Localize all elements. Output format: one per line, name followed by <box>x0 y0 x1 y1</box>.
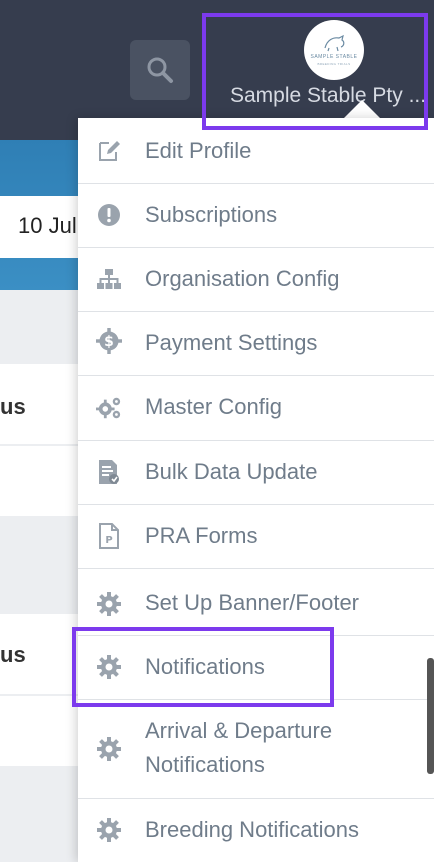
scrollbar-thumb[interactable] <box>427 658 434 774</box>
svg-text:P: P <box>105 535 112 546</box>
gears-icon <box>96 395 122 421</box>
menu-item-label: PRA Forms <box>145 523 258 548</box>
status-label: us <box>0 642 26 667</box>
menu-pointer <box>344 100 380 118</box>
menu-item-bulk-data-update[interactable]: Bulk Data Update <box>78 440 434 505</box>
list-card[interactable]: us <box>0 364 90 444</box>
pdf-file-icon: P <box>96 523 122 549</box>
company-name[interactable]: Sample Stable Pty ... <box>230 84 426 108</box>
document-icon <box>96 459 122 485</box>
menu-item-label: Breeding Notifications <box>145 817 360 842</box>
horse-logo-icon <box>324 34 345 52</box>
menu-item-label: Organisation Config <box>145 266 340 291</box>
menu-item-subscriptions[interactable]: Subscriptions <box>78 183 434 248</box>
logo-subtext: BREEDING TRIALS <box>317 62 351 66</box>
menu-item-label: Set Up Banner/Footer <box>145 590 360 615</box>
menu-item-organisation-config[interactable]: Organisation Config <box>78 247 434 312</box>
menu-item-edit-profile[interactable]: Edit Profile <box>78 118 434 184</box>
menu-item-label: Bulk Data Update <box>145 459 318 484</box>
list-card[interactable] <box>0 696 90 766</box>
menu-item-breeding-notifications[interactable]: Breeding Notifications <box>78 798 434 862</box>
list-card[interactable]: us <box>0 614 90 694</box>
alert-circle-icon <box>96 202 122 228</box>
menu-item-set-up-banner-footer[interactable]: Set Up Banner/Footer <box>78 568 434 636</box>
gear-icon <box>96 654 122 680</box>
date-value: 10 Jul <box>18 213 77 238</box>
menu-item-label: Master Config <box>145 394 282 419</box>
menu-item-label: Arrival & Departure Notifications <box>145 718 333 777</box>
menu-item-label: Notifications <box>145 654 265 679</box>
gear-icon <box>96 817 122 843</box>
gear-icon <box>96 591 122 617</box>
avatar[interactable]: SAMPLE STABLE BREEDING TRIALS <box>304 20 364 80</box>
edit-icon <box>96 138 122 164</box>
org-chart-icon <box>96 266 122 292</box>
menu-item-payment-settings[interactable]: $ Payment Settings <box>78 311 434 376</box>
menu-item-arrival-departure-notifications[interactable]: Arrival & Departure Notifications <box>78 699 434 799</box>
profile-dropdown-menu: Edit Profile Subscriptions Organisation … <box>78 118 434 862</box>
svg-text:$: $ <box>104 334 114 350</box>
status-label: us <box>0 394 26 419</box>
menu-item-label: Edit Profile <box>145 138 252 163</box>
menu-item-pra-forms[interactable]: P PRA Forms <box>78 504 434 569</box>
menu-item-master-config[interactable]: Master Config <box>78 375 434 441</box>
search-button[interactable] <box>130 40 190 100</box>
gear-icon <box>96 736 122 762</box>
search-icon <box>147 57 173 83</box>
list-card[interactable] <box>0 446 90 516</box>
profile-menu-toggle[interactable]: SAMPLE STABLE BREEDING TRIALS Sample Sta… <box>206 14 428 128</box>
logo-text: SAMPLE STABLE <box>310 54 358 60</box>
menu-item-label: Payment Settings <box>145 330 318 355</box>
dollar-gear-icon: $ <box>96 328 122 354</box>
menu-item-label: Subscriptions <box>145 202 278 227</box>
menu-item-notifications[interactable]: Notifications <box>78 635 434 700</box>
